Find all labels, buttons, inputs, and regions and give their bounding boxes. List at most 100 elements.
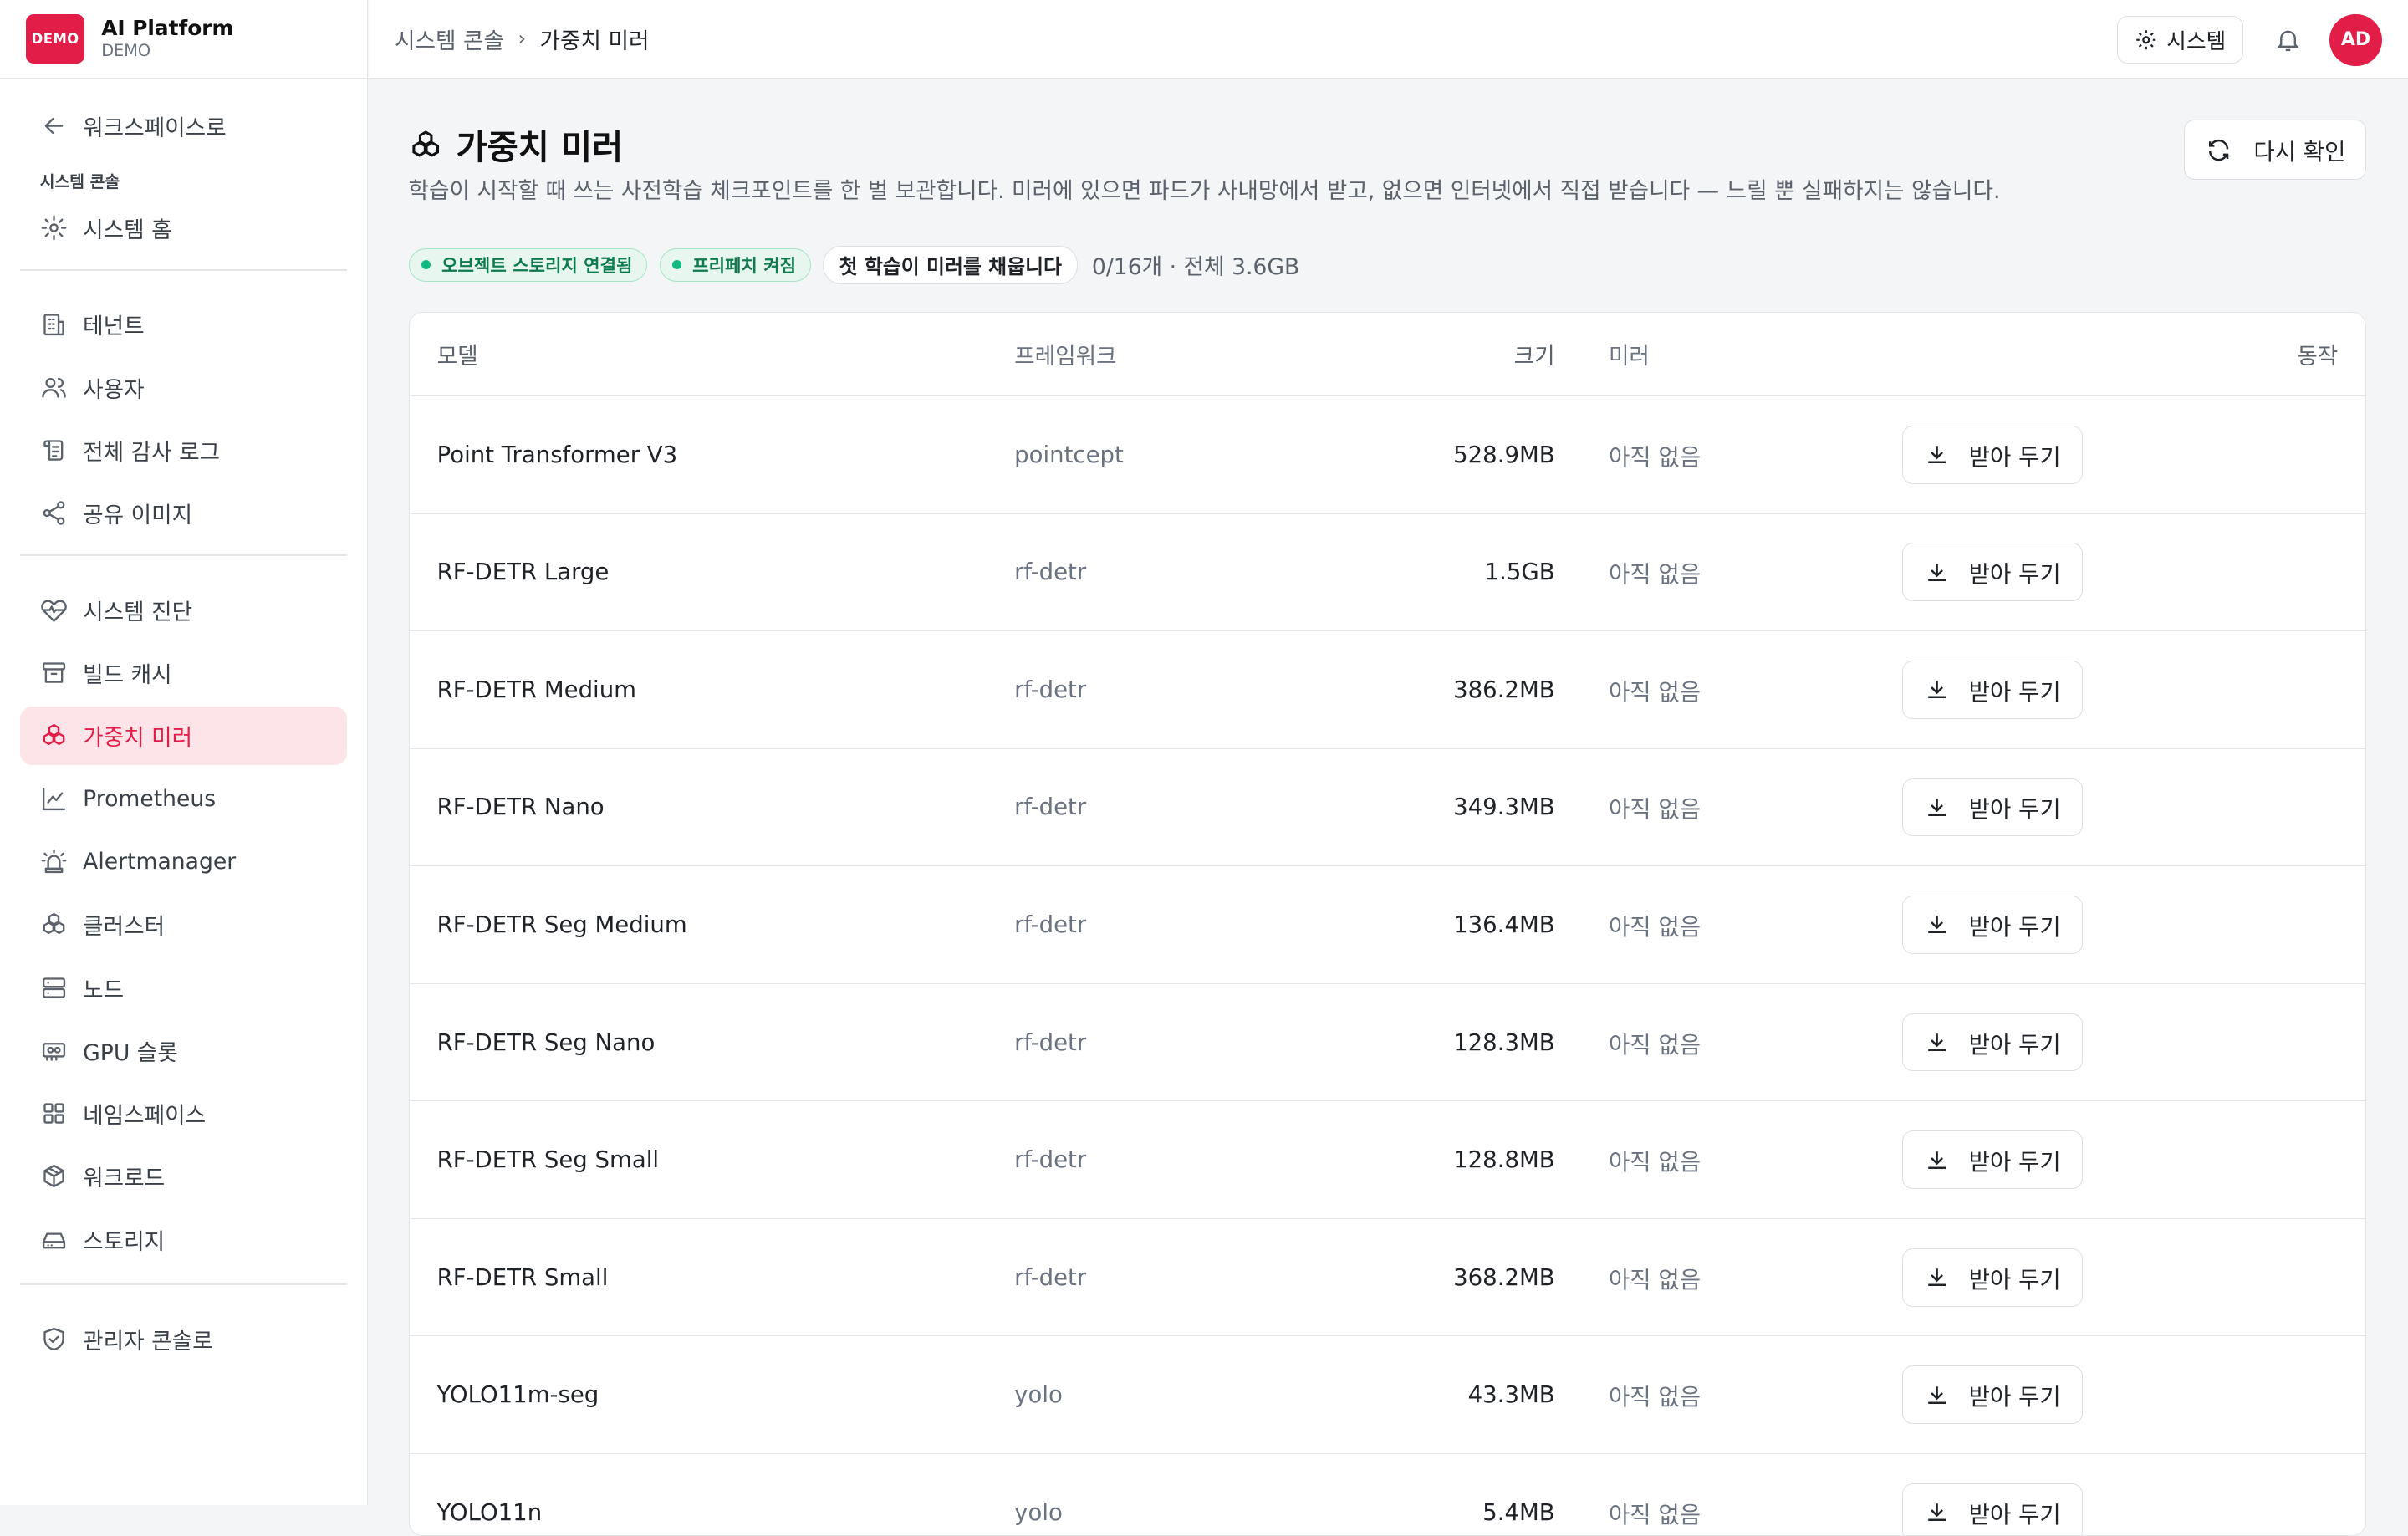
download-icon — [1928, 1503, 1946, 1522]
hard-drive-icon — [40, 1226, 68, 1253]
sidebar-item-build-cache[interactable]: 빌드 캐시 — [20, 644, 347, 702]
mirror-status: 아직 없음 — [1554, 513, 1902, 632]
sidebar-item-label: 네임스페이스 — [83, 1103, 207, 1130]
users-icon — [40, 374, 68, 401]
breadcrumb-parent[interactable]: 시스템 콘솔 — [395, 23, 504, 55]
sidebar-item-shared-images[interactable]: 공유 이미지 — [20, 484, 347, 543]
framework: yolo — [1013, 1335, 1400, 1455]
model-name: RF-DETR Large — [409, 513, 1013, 632]
arrow-left-icon — [40, 112, 68, 140]
mirror-status: 아직 없음 — [1554, 865, 1902, 984]
model-name: Point Transformer V3 — [409, 395, 1013, 514]
status-row: 오브젝트 스토리지 연결됨 프리페치 켜짐 첫 학습이 미러를 채웁니다 0/1… — [408, 245, 1300, 284]
grid-icon — [40, 1100, 68, 1127]
mirror-status: 아직 없음 — [1554, 1335, 1902, 1455]
size: 43.3MB — [1400, 1335, 1555, 1455]
download-button[interactable]: 받아 두기 — [1901, 661, 2084, 719]
framework: rf-detr — [1013, 865, 1400, 984]
action-cell: 받아 두기 — [1901, 1335, 2366, 1455]
recheck-button[interactable]: 다시 확인 — [2183, 120, 2367, 181]
download-label: 받아 두기 — [1968, 1384, 2061, 1411]
boxes-icon — [411, 130, 439, 157]
sidebar-item-alertmanager[interactable]: Alertmanager — [20, 833, 347, 891]
column-header-framework: 프레임워크 — [1013, 312, 1400, 396]
download-label: 받아 두기 — [1968, 1266, 2061, 1294]
table-row: YOLO11m-seg yolo 43.3MB 아직 없음 받아 두기 — [409, 1335, 2366, 1455]
size: 1.5GB — [1400, 513, 1555, 632]
table-row: RF-DETR Medium rf-detr 386.2MB 아직 없음 받아 … — [409, 630, 2366, 749]
column-header-mirror: 미러 — [1554, 312, 1902, 396]
download-button[interactable]: 받아 두기 — [1901, 1482, 2084, 1535]
sidebar-item-weight-mirror[interactable]: 가중치 미러 — [19, 707, 348, 765]
status-dot — [672, 260, 682, 270]
download-button[interactable]: 받아 두기 — [1901, 1013, 2084, 1072]
sidebar-divider — [19, 268, 348, 271]
size: 386.2MB — [1400, 630, 1555, 749]
system-menu-button[interactable]: 시스템 — [2116, 16, 2244, 64]
sidebar-item-tenants[interactable]: 테넌트 — [20, 295, 347, 354]
model-name: RF-DETR Seg Medium — [409, 865, 1013, 984]
server-icon — [40, 974, 68, 1002]
sidebar-item-label: 공유 이미지 — [83, 503, 193, 529]
download-button[interactable]: 받아 두기 — [1901, 1130, 2084, 1190]
download-icon — [1928, 916, 1946, 934]
download-button[interactable]: 받아 두기 — [1901, 896, 2084, 954]
avatar[interactable]: AD — [2329, 13, 2382, 66]
action-cell: 받아 두기 — [1901, 630, 2366, 749]
action-cell: 받아 두기 — [1901, 1453, 2366, 1535]
download-button[interactable]: 받아 두기 — [1901, 778, 2084, 837]
download-label: 받아 두기 — [1968, 561, 2061, 589]
sidebar-item-audit-log[interactable]: 전체 감사 로그 — [20, 421, 347, 480]
status-badge-storage: 오브젝트 스토리지 연결됨 — [408, 247, 647, 283]
action-cell: 받아 두기 — [1901, 1100, 2366, 1219]
sidebar-item-diagnostics[interactable]: 시스템 진단 — [20, 581, 347, 640]
table-header-row: 모델 프레임워크 크기 미러 동작 — [409, 312, 2366, 396]
sidebar-item-label: Alertmanager — [83, 849, 237, 875]
page-description: 학습이 시작할 때 쓰는 사전학습 체크포인트를 한 벌 보관합니다. 미러에 … — [408, 177, 2001, 204]
download-button[interactable]: 받아 두기 — [1901, 425, 2084, 484]
table-row: Point Transformer V3 pointcept 528.9MB 아… — [409, 395, 2366, 514]
recheck-label: 다시 확인 — [2253, 139, 2346, 166]
framework: rf-detr — [1013, 513, 1400, 632]
sidebar-item-label: 스토리지 — [83, 1228, 166, 1255]
status-badge-prefetch: 프리페치 켜짐 — [659, 247, 811, 283]
brand[interactable]: DEMO AI Platform DEMO — [0, 0, 367, 79]
size: 5.4MB — [1400, 1453, 1555, 1535]
sidebar-item-users[interactable]: 사용자 — [20, 358, 347, 416]
download-button[interactable]: 받아 두기 — [1901, 1248, 2084, 1307]
line-chart-icon — [40, 785, 68, 813]
sidebar-nav: 워크스페이스로 시스템 콘솔 시스템 홈 테넌트 사용자 전체 감사 로그 공유… — [0, 79, 367, 1369]
sidebar-item-system-home[interactable]: 시스템 홈 — [20, 198, 347, 257]
sidebar-item-admin-console[interactable]: 관리자 콘솔로 — [20, 1310, 347, 1369]
model-name: RF-DETR Small — [409, 1218, 1013, 1337]
download-button[interactable]: 받아 두기 — [1901, 543, 2084, 602]
mirror-status: 아직 없음 — [1554, 1453, 1902, 1535]
scroll-log-icon — [40, 436, 68, 464]
gpu-card-icon — [40, 1037, 68, 1064]
download-label: 받아 두기 — [1968, 1031, 2061, 1059]
sidebar-item-gpu-slots[interactable]: GPU 슬롯 — [20, 1021, 347, 1079]
framework: rf-detr — [1013, 1218, 1400, 1337]
download-button[interactable]: 받아 두기 — [1901, 1365, 2084, 1425]
brand-sub: DEMO — [101, 41, 150, 61]
framework: rf-detr — [1013, 1100, 1400, 1219]
sidebar-item-workloads[interactable]: 워크로드 — [20, 1147, 347, 1206]
column-header-model: 모델 — [409, 312, 1013, 396]
sidebar-item-storage[interactable]: 스토리지 — [20, 1210, 347, 1268]
sidebar-item-back-to-workspace[interactable]: 워크스페이스로 — [20, 97, 347, 156]
status-badge-label: 오브젝트 스토리지 연결됨 — [441, 254, 633, 276]
breadcrumb: 시스템 콘솔 › 가중치 미러 — [395, 23, 649, 55]
download-label: 받아 두기 — [1968, 914, 2061, 942]
sidebar-item-cluster[interactable]: 클러스터 — [20, 896, 347, 954]
framework: rf-detr — [1013, 748, 1400, 867]
heart-pulse-icon — [40, 596, 68, 624]
sidebar-item-prometheus[interactable]: Prometheus — [20, 769, 347, 828]
sidebar-item-label: 시스템 진단 — [83, 599, 193, 625]
model-name: RF-DETR Medium — [409, 630, 1013, 749]
gear-icon — [2136, 30, 2155, 50]
mirror-summary: 0/16개 · 전체 3.6GB — [1091, 254, 1300, 281]
sidebar-item-namespaces[interactable]: 네임스페이스 — [20, 1084, 347, 1143]
download-icon — [1928, 1151, 1946, 1169]
sidebar-item-nodes[interactable]: 노드 — [20, 958, 347, 1017]
notifications-button[interactable] — [2262, 14, 2314, 66]
